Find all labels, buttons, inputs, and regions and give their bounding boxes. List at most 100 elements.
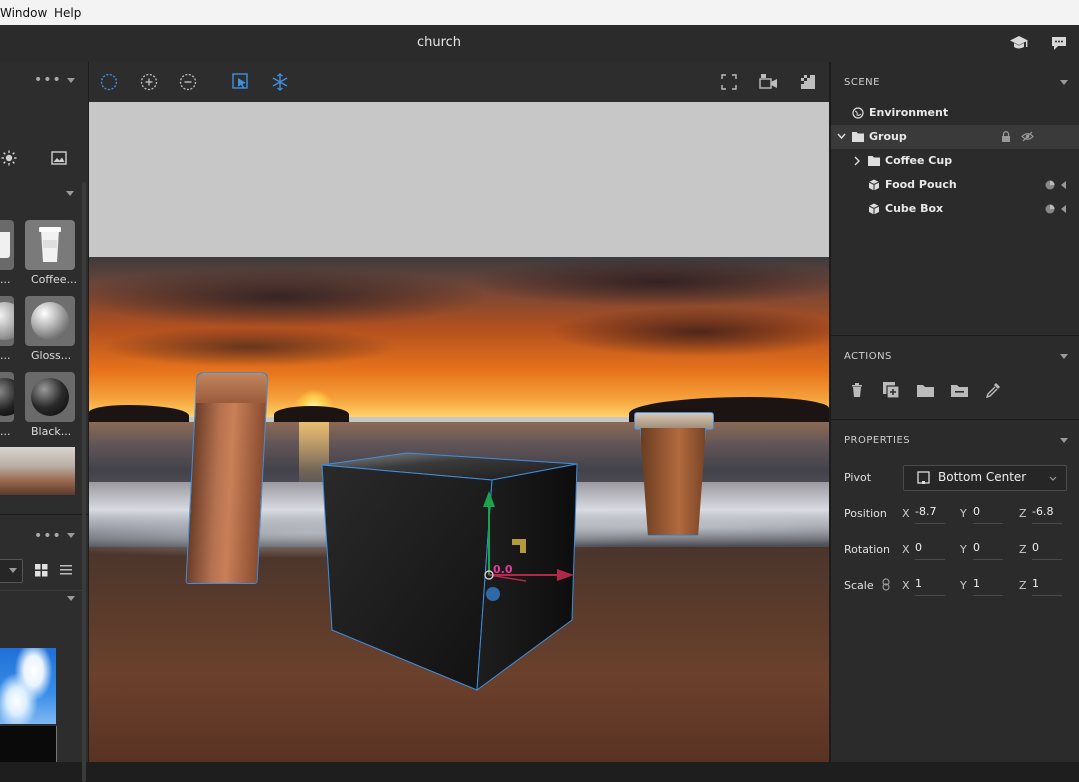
scale-z-label: Z [1019, 579, 1027, 592]
chevron-down-icon[interactable] [1060, 80, 1068, 85]
scene-item-label: Coffee Cup [885, 154, 953, 167]
caret-left-icon[interactable] [1061, 181, 1066, 189]
chevron-down-icon[interactable] [1060, 438, 1068, 443]
material-thumb[interactable] [0, 296, 14, 346]
view-select[interactable] [0, 559, 23, 583]
position-y-input[interactable]: 0 [973, 505, 1003, 524]
divider [0, 514, 88, 515]
feedback-icon[interactable] [1050, 35, 1068, 52]
title-bar: church [0, 25, 1079, 63]
divider [831, 419, 1079, 420]
display-mode-icon[interactable] [800, 74, 816, 90]
scale-y-label: Y [960, 579, 967, 592]
hidden-eye-icon[interactable] [1021, 131, 1034, 142]
chevron-down-icon[interactable] [1060, 354, 1068, 359]
position-x-label: X [902, 507, 910, 520]
chevron-down-icon[interactable] [66, 191, 74, 196]
scene-item-environment[interactable]: Environment [831, 101, 1079, 125]
pivot-value: Bottom Center [938, 470, 1027, 484]
gizmo-value: 0.0 [493, 563, 513, 576]
sun-icon[interactable] [1, 150, 17, 166]
scale-y-input[interactable]: 1 [973, 577, 1003, 596]
material-thumb-gloss[interactable] [25, 296, 75, 346]
chevron-down-icon[interactable] [67, 533, 75, 538]
menu-help[interactable]: Help [54, 6, 81, 20]
scene-item-group[interactable]: Group [831, 125, 1079, 149]
divider [0, 590, 84, 591]
position-z-input[interactable]: -6.8 [1032, 505, 1062, 524]
grid-view-icon[interactable] [35, 564, 48, 577]
folder-icon [852, 132, 864, 142]
rotation-y-input[interactable]: 0 [973, 541, 1003, 560]
delete-icon[interactable] [851, 383, 863, 397]
position-label: Position [844, 507, 887, 520]
material-label-black: Black... [31, 425, 72, 438]
menu-window[interactable]: Window [0, 6, 47, 20]
image-icon[interactable] [51, 151, 67, 165]
material-thumb[interactable] [0, 372, 14, 422]
material-thumb-black[interactable] [25, 372, 75, 422]
material-label: ... [0, 349, 11, 362]
chevron-down-icon[interactable] [67, 596, 75, 601]
rotation-label: Rotation [844, 543, 891, 556]
pivot-label: Pivot [844, 471, 872, 484]
material-thumb[interactable] [0, 220, 14, 270]
coffee-cup-object[interactable] [634, 412, 714, 537]
rotation-x-input[interactable]: 0 [915, 541, 945, 560]
sky-image-thumb[interactable] [0, 648, 56, 724]
globe-icon [852, 107, 864, 119]
menu-bar: Window Help [0, 0, 1079, 25]
material-icon[interactable] [1045, 180, 1055, 190]
link-icon[interactable] [882, 578, 890, 591]
model-icon [868, 203, 880, 215]
folder-icon [868, 156, 880, 166]
transform-gizmo[interactable] [474, 487, 584, 607]
transform-icon[interactable] [271, 73, 289, 91]
pivot-dropdown[interactable]: Bottom Center [903, 465, 1067, 491]
lock-icon[interactable] [1001, 131, 1011, 142]
camera-icon[interactable] [759, 73, 779, 91]
more-icon[interactable]: ••• [34, 72, 62, 88]
scale-z-input[interactable]: 1 [1032, 577, 1062, 596]
select-object-icon[interactable] [232, 73, 250, 91]
list-view-icon[interactable] [60, 564, 73, 576]
chevron-down-icon [1049, 476, 1057, 481]
fullscreen-icon[interactable] [721, 74, 737, 90]
material-thumb-coffee[interactable] [25, 220, 75, 270]
chevron-down-icon[interactable] [837, 133, 846, 140]
position-x-input[interactable]: -8.7 [915, 505, 945, 524]
material-label: ... [0, 425, 11, 438]
group-folder-icon[interactable] [917, 384, 934, 397]
rotation-z-input[interactable]: 0 [1032, 541, 1062, 560]
learn-icon[interactable] [1009, 34, 1029, 52]
left-panel-scrollbar[interactable] [82, 182, 86, 782]
eyedropper-icon[interactable] [986, 382, 1001, 398]
select-icon[interactable] [100, 73, 118, 91]
more-icon[interactable]: ••• [34, 528, 62, 544]
scene-item-cube-box[interactable]: Cube Box [831, 197, 1079, 221]
food-pouch-object[interactable] [185, 372, 269, 584]
environment-thumb[interactable] [0, 447, 75, 495]
chevron-right-icon[interactable] [854, 156, 861, 166]
properties-section-title: PROPERTIES [844, 435, 911, 446]
scene-item-label: Food Pouch [885, 178, 957, 191]
chevron-down-icon[interactable] [67, 78, 75, 83]
rotation-z-label: Z [1019, 543, 1027, 556]
divider [831, 335, 1079, 336]
scene-item-coffee-cup[interactable]: Coffee Cup [831, 149, 1079, 173]
scene-item-label: Environment [869, 106, 949, 119]
scene-item-food-pouch[interactable]: Food Pouch [831, 173, 1079, 197]
position-z-label: Z [1019, 507, 1027, 520]
image-thumb[interactable] [0, 726, 57, 762]
viewport-toolbar [89, 62, 829, 102]
ungroup-folder-icon[interactable] [951, 384, 968, 397]
scale-x-input[interactable]: 1 [915, 577, 945, 596]
subtract-selection-icon[interactable] [179, 73, 197, 91]
pivot-bottom-center-icon [917, 471, 930, 484]
caret-left-icon[interactable] [1061, 205, 1066, 213]
position-y-label: Y [960, 507, 967, 520]
viewport-canvas[interactable]: 0.0 [89, 102, 829, 762]
duplicate-icon[interactable] [883, 382, 900, 398]
material-icon[interactable] [1045, 204, 1055, 214]
add-selection-icon[interactable] [140, 73, 158, 91]
